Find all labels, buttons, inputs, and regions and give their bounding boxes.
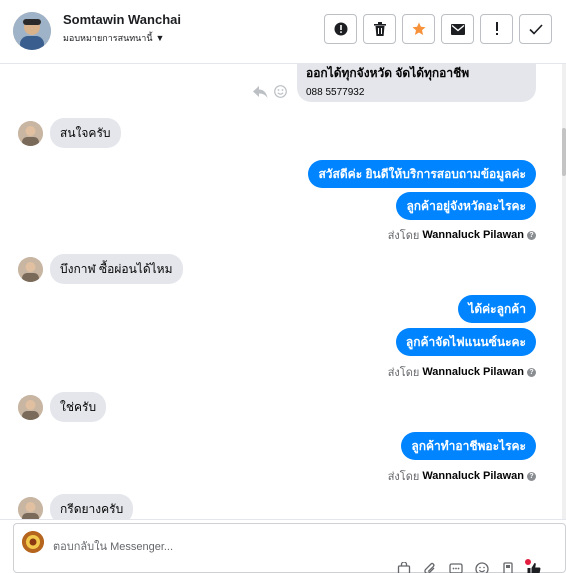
message-tools — [253, 85, 287, 98]
exclamation-icon — [495, 22, 498, 35]
bag-icon[interactable] — [397, 561, 411, 573]
sent-by-prefix: ส่งโดย — [387, 230, 420, 242]
composer-tools — [397, 561, 541, 573]
incoming-message-row: บึงกาฬ ซื้อผ่อนได้ไหม — [18, 254, 183, 284]
mark-unread-button[interactable] — [441, 14, 474, 44]
ad-card-message[interactable]: ออกได้ทุกจังหวัด จัดได้ทุกอาชีพ 088 5577… — [297, 64, 536, 102]
card-phone: 088 5577932 — [306, 87, 365, 98]
page-avatar — [22, 531, 44, 553]
sent-by-name[interactable]: Wannaluck Pilawan — [422, 470, 524, 482]
divider — [0, 519, 566, 520]
assign-conversation-dropdown[interactable]: มอบหมายการสนทนานี้ ▼ — [63, 31, 164, 45]
incoming-message-row: ใช่ครับ — [18, 392, 107, 422]
incoming-message-row: กรีดยางครับ — [18, 494, 134, 519]
contact-avatar-small — [18, 256, 43, 282]
thread-actions — [324, 14, 552, 44]
outgoing-message[interactable]: ลูกค้าจัดไฟแนนซ์นะคะ — [395, 328, 536, 356]
exclamation-circle-icon — [334, 22, 347, 36]
reply-icon[interactable] — [253, 85, 268, 98]
contact-avatar-small — [18, 120, 43, 146]
star-icon — [412, 22, 425, 35]
incoming-message-row: สนใจครับ — [18, 118, 121, 148]
message-list[interactable]: ออกได้ทุกจังหวัด จัดได้ทุกอาชีพ 088 5577… — [0, 64, 562, 519]
info-icon[interactable]: ? — [527, 367, 536, 377]
incoming-message[interactable]: บึงกาฬ ซื้อผ่อนได้ไหม — [50, 254, 183, 284]
messenger-inbox-thread: Somtawin Wanchai มอบหมายการสนทนานี้ ▼ ออ… — [0, 0, 566, 573]
sent-by-prefix: ส่งโดย — [387, 367, 420, 379]
contact-avatar-small — [18, 394, 43, 420]
star-button[interactable] — [402, 14, 435, 44]
sticker-icon[interactable] — [501, 562, 515, 573]
contact-name[interactable]: Somtawin Wanchai — [63, 12, 181, 27]
sent-by-name[interactable]: Wannaluck Pilawan — [422, 366, 524, 378]
incoming-message[interactable]: ใช่ครับ — [50, 392, 107, 422]
outgoing-message[interactable]: ลูกค้าอยู่จังหวัดอะไรคะ — [396, 192, 536, 220]
outgoing-message[interactable]: สวัสดีค่ะ ยินดีให้บริการสอบถามข้อมูลค่ะ — [308, 160, 536, 188]
check-icon — [528, 23, 543, 35]
outgoing-message[interactable]: ลูกค้าทำอาชีพอะไรคะ — [401, 432, 536, 460]
spam-button[interactable] — [480, 14, 513, 44]
info-icon[interactable]: ? — [527, 230, 536, 240]
react-emoji-icon[interactable] — [274, 85, 287, 98]
scrollbar-thumb[interactable] — [562, 128, 566, 176]
outgoing-message[interactable]: ได้ค่ะลูกค้า — [458, 295, 536, 323]
notification-dot — [525, 559, 531, 565]
thread-header: Somtawin Wanchai มอบหมายการสนทนานี้ ▼ — [0, 0, 566, 64]
sent-by-label: ส่งโดย Wannaluck Pilawan ? — [388, 363, 536, 381]
report-button[interactable] — [324, 14, 357, 44]
emoji-icon[interactable] — [475, 562, 489, 573]
card-title: ออกได้ทุกจังหวัด จัดได้ทุกอาชีพ — [306, 66, 470, 80]
chat-template-icon[interactable] — [449, 562, 463, 573]
caret-down-icon: ▼ — [155, 33, 165, 43]
reply-input[interactable]: ตอบกลับใน Messenger... — [53, 537, 173, 555]
sent-by-label: ส่งโดย Wannaluck Pilawan ? — [388, 226, 536, 244]
sent-by-label: ส่งโดย Wannaluck Pilawan ? — [388, 467, 536, 485]
reply-composer[interactable]: ตอบกลับใน Messenger... — [13, 523, 566, 573]
scrollbar-track[interactable] — [562, 64, 566, 519]
sent-by-name[interactable]: Wannaluck Pilawan — [422, 229, 524, 241]
delete-button[interactable] — [363, 14, 396, 44]
envelope-icon — [450, 23, 465, 35]
contact-avatar[interactable] — [13, 12, 51, 50]
trash-icon — [373, 22, 386, 36]
sent-by-prefix: ส่งโดย — [387, 471, 420, 483]
info-icon[interactable]: ? — [527, 471, 536, 481]
assign-label: มอบหมายการสนทนานี้ — [63, 33, 153, 43]
contact-avatar-small — [18, 496, 43, 519]
incoming-message[interactable]: สนใจครับ — [50, 118, 121, 148]
done-button[interactable] — [519, 14, 552, 44]
incoming-message[interactable]: กรีดยางครับ — [50, 494, 134, 519]
paperclip-icon[interactable] — [423, 562, 437, 573]
